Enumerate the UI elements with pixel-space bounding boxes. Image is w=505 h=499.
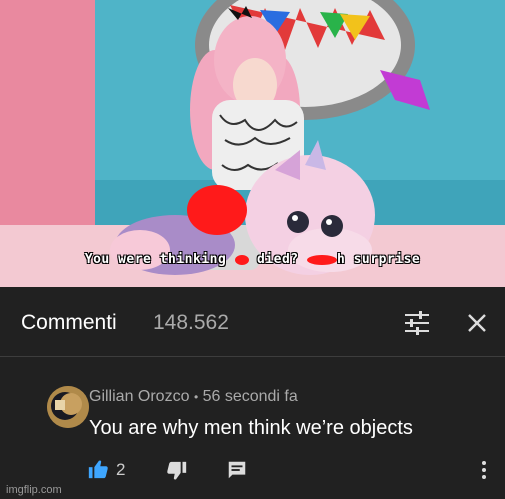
avatar-image (47, 386, 89, 428)
thumbs-up-icon[interactable] (87, 458, 109, 480)
close-icon[interactable] (463, 310, 491, 336)
video-caption: You were thinking died? h surprise (84, 252, 421, 267)
video-thumbnail-image (0, 0, 505, 287)
caption-redaction (306, 254, 337, 265)
thumbs-down-icon[interactable] (166, 460, 188, 482)
avatar[interactable] (47, 386, 89, 428)
comment-time: 56 secondi fa (202, 388, 298, 405)
reply-comment-icon[interactable] (226, 459, 248, 481)
like-count: 2 (116, 460, 126, 479)
comment-text: You are why men think we’re objects (89, 417, 413, 439)
imgflip-watermark: imgflip.com (6, 484, 62, 496)
red-censor-blob (187, 185, 247, 235)
meta-separator: • (193, 390, 199, 404)
video-frame[interactable]: You were thinking died? h surprise (0, 0, 505, 287)
more-vert-icon[interactable] (474, 458, 494, 482)
comment-author[interactable]: Gillian Orozco (89, 388, 189, 405)
caption-redaction (234, 254, 249, 265)
filter-sliders-icon[interactable] (403, 310, 431, 336)
comments-title: Commenti (21, 311, 117, 334)
comment-meta: Gillian Orozco • 56 secondi fa (89, 388, 298, 406)
header-divider (0, 356, 505, 357)
comments-count: 148.562 (153, 311, 229, 334)
